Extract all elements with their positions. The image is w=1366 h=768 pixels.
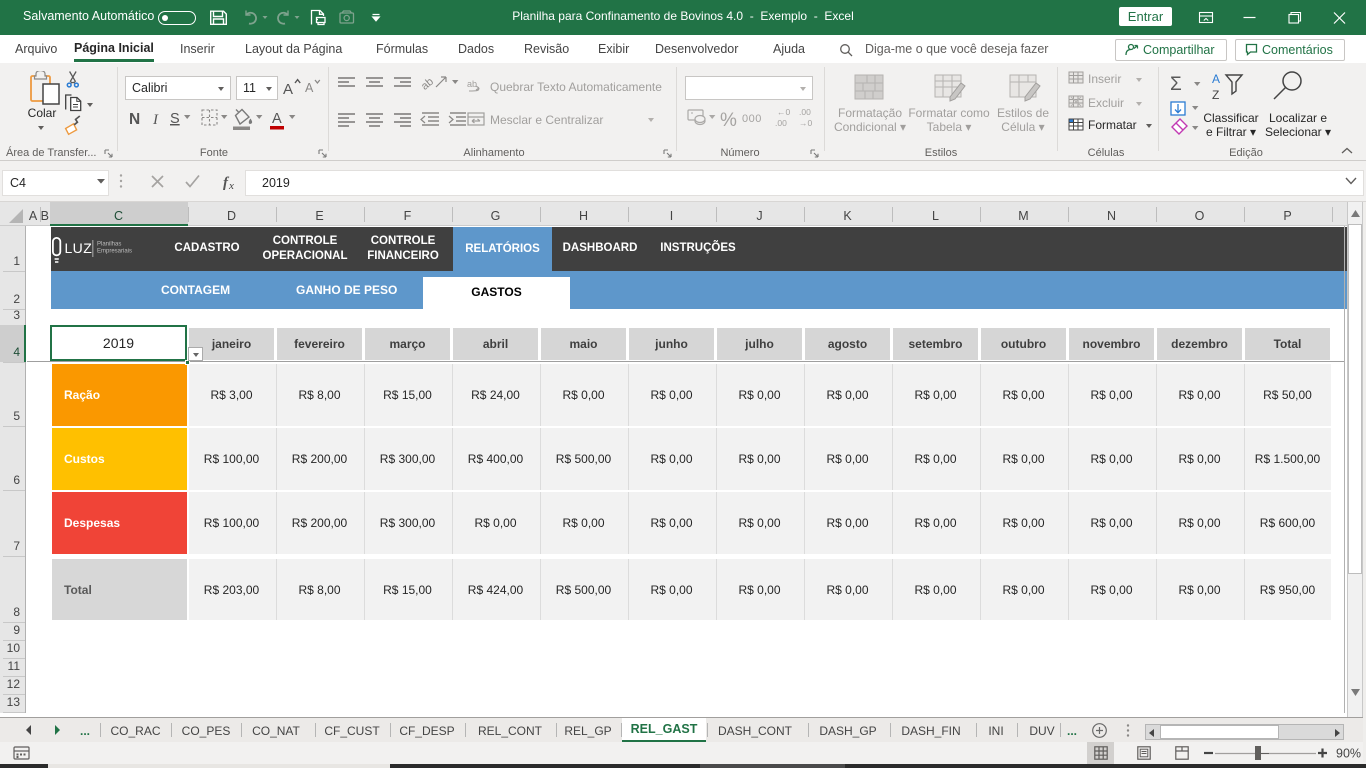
svg-text:Empresariais: Empresariais xyxy=(97,249,132,255)
svg-text:N: N xyxy=(129,111,140,128)
svg-text:A: A xyxy=(272,111,282,127)
svg-text:A: A xyxy=(283,81,293,98)
svg-text:.00: .00 xyxy=(799,107,811,117)
svg-text:I: I xyxy=(152,112,159,128)
svg-text:.00: .00 xyxy=(775,118,787,128)
svg-text:LUZ: LUZ xyxy=(65,240,93,256)
svg-text:Planilhas: Planilhas xyxy=(97,242,121,248)
svg-text:ab: ab xyxy=(467,79,477,89)
svg-text:Σ: Σ xyxy=(1170,74,1182,95)
svg-text:A: A xyxy=(1212,72,1220,86)
svg-text:←0: ←0 xyxy=(777,107,791,117)
svg-text:A: A xyxy=(305,81,314,95)
svg-text:%: % xyxy=(720,110,737,131)
svg-text:x: x xyxy=(228,180,234,192)
svg-text:→0: →0 xyxy=(799,118,813,128)
svg-text:S: S xyxy=(170,111,180,127)
svg-text:Z: Z xyxy=(1212,88,1219,101)
svg-text:ab: ab xyxy=(419,76,436,93)
svg-text:000: 000 xyxy=(742,113,762,125)
svg-text:90%: 90% xyxy=(1336,747,1361,761)
